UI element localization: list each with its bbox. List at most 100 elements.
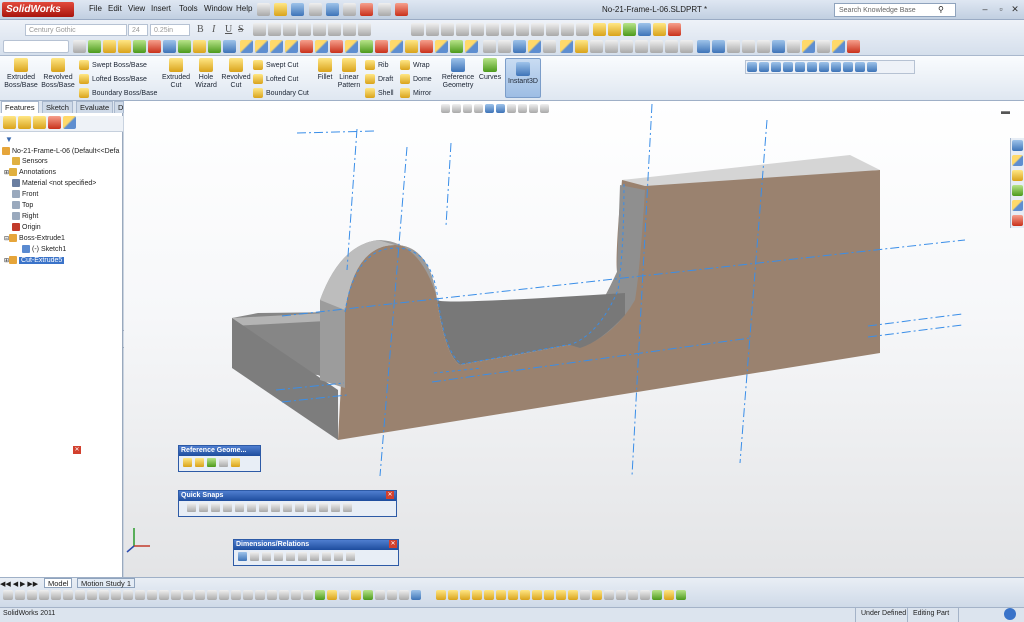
orient-icon-10[interactable] (855, 62, 865, 72)
tools-icon-4[interactable] (527, 40, 541, 53)
align-left-icon[interactable] (253, 23, 266, 36)
intersection-snap-icon[interactable] (235, 503, 244, 512)
strikethrough-button[interactable]: S (238, 24, 244, 35)
rebuild-icon[interactable] (360, 3, 374, 16)
center-snap-icon[interactable] (199, 503, 208, 512)
orient-icon-1[interactable] (747, 62, 757, 72)
fillet-button[interactable]: Fillet (315, 58, 335, 82)
sketch-tool-icon-1[interactable] (3, 590, 13, 600)
sketch-tool-icon-2[interactable] (15, 590, 25, 600)
sketch-tool-icon-21[interactable] (243, 590, 253, 600)
design-library-icon[interactable] (1012, 155, 1023, 166)
zoom-icon-11[interactable] (847, 40, 861, 53)
loft-icon[interactable] (148, 40, 162, 53)
layer-select-icon[interactable] (3, 40, 69, 53)
annotation-icon-1[interactable] (593, 23, 607, 36)
zoom-icon-1[interactable] (697, 40, 711, 53)
quadrant-snap-icon[interactable] (223, 503, 232, 512)
display-icon-9[interactable] (679, 40, 693, 53)
mold-icon-2[interactable] (255, 40, 269, 53)
layer-icon[interactable] (358, 23, 371, 36)
horizontal-dimension-icon[interactable] (250, 552, 259, 561)
display-icon-1[interactable] (559, 40, 573, 53)
sketch-tool-icon-4[interactable] (39, 590, 49, 600)
tools-icon-5[interactable] (542, 40, 556, 53)
sketch-tool-icon-5[interactable] (51, 590, 61, 600)
options-icon[interactable] (394, 3, 408, 16)
display-icon-4[interactable] (604, 40, 618, 53)
display-icon-3[interactable] (589, 40, 603, 53)
nearest-snap-icon[interactable] (247, 503, 256, 512)
feature-tool-icon-1[interactable] (436, 590, 447, 600)
feature-tool-icon-7[interactable] (508, 590, 519, 600)
sweep-icon[interactable] (133, 40, 147, 53)
sketch-tool-icon-27[interactable] (315, 590, 325, 600)
feature-tool-icon-2[interactable] (448, 590, 459, 600)
ordinate-dimension-icon[interactable] (286, 552, 295, 561)
text-format-icon[interactable] (313, 23, 326, 36)
vertical-dimension-icon[interactable] (262, 552, 271, 561)
file-properties-icon[interactable] (377, 3, 391, 16)
menu-edit[interactable]: Edit (108, 4, 122, 13)
tab-dimxpert[interactable]: DimXpert (114, 101, 124, 113)
close-button[interactable]: ✕ (1008, 3, 1022, 16)
zoom-icon-7[interactable] (787, 40, 801, 53)
curves-button[interactable]: Curves (477, 58, 503, 82)
feature-tool-icon-3[interactable] (460, 590, 471, 600)
fully-define-icon[interactable] (334, 552, 343, 561)
font-height-input[interactable]: 0.25in (150, 24, 190, 36)
minimize-button[interactable]: – (978, 3, 992, 16)
feature-tool-icon-17[interactable] (628, 590, 639, 600)
mold-icon-16[interactable] (465, 40, 479, 53)
menu-help[interactable]: Help (236, 4, 252, 13)
feature-tool-icon-6[interactable] (496, 590, 507, 600)
zoom-icon-4[interactable] (742, 40, 756, 53)
angle-snap-icon[interactable] (343, 503, 352, 512)
close-icon[interactable]: ✕ (386, 491, 394, 499)
mold-icon-15[interactable] (450, 40, 464, 53)
filter-icon[interactable]: ▼ (5, 135, 13, 144)
dimxpert-icon[interactable] (346, 552, 355, 561)
save-icon[interactable] (291, 3, 305, 16)
sketch-tool-icon-6[interactable] (63, 590, 73, 600)
feature-tree-icon[interactable] (3, 116, 16, 129)
grid-snap-icon[interactable] (331, 503, 340, 512)
view-icon-9[interactable] (531, 23, 544, 36)
sketch-tool-icon-8[interactable] (87, 590, 97, 600)
draft-button[interactable]: Draft (365, 74, 393, 84)
linear-pattern-button[interactable]: Linear Pattern (336, 58, 362, 90)
orient-icon-2[interactable] (759, 62, 769, 72)
sketch-tool-icon-35[interactable] (411, 590, 421, 600)
feature-tool-icon-19[interactable] (652, 590, 663, 600)
feature-tool-icon-8[interactable] (520, 590, 531, 600)
display-icon-8[interactable] (664, 40, 678, 53)
view-icon-1[interactable] (411, 23, 424, 36)
sketch-tool-icon-28[interactable] (327, 590, 337, 600)
menu-tools[interactable]: Tools (179, 4, 198, 13)
feature-tool-icon-11[interactable] (556, 590, 567, 600)
feature-tool-icon-10[interactable] (544, 590, 555, 600)
tree-item-annotations[interactable]: ⊞ Annotations (4, 168, 56, 178)
font-size-select[interactable]: 24 (128, 24, 148, 36)
shell-button[interactable]: Shell (365, 88, 394, 98)
view-icon-2[interactable] (426, 23, 439, 36)
reference-geometry-button[interactable]: Reference Geometry (440, 58, 476, 90)
view-icon-4[interactable] (456, 23, 469, 36)
feature-tool-icon-20[interactable] (664, 590, 675, 600)
sketch-tool-icon-24[interactable] (279, 590, 289, 600)
view-icon-7[interactable] (501, 23, 514, 36)
view-icon-5[interactable] (471, 23, 484, 36)
point-icon[interactable] (219, 458, 228, 467)
mold-icon-1[interactable] (240, 40, 254, 53)
revolved-boss-button[interactable]: Revolved Boss/Base (40, 58, 76, 90)
parallel-snap-icon[interactable] (283, 503, 292, 512)
mate-reference-icon[interactable] (231, 458, 240, 467)
sketch-tool-icon-26[interactable] (303, 590, 313, 600)
tab-model[interactable]: Model (44, 578, 73, 588)
sketch-tool-icon-9[interactable] (99, 590, 109, 600)
orient-icon-7[interactable] (819, 62, 829, 72)
file-explorer-icon[interactable] (1012, 170, 1023, 181)
sketch-tool-icon-29[interactable] (339, 590, 349, 600)
line-style-icon[interactable] (328, 23, 341, 36)
tree-item-front-plane[interactable]: Front (12, 190, 38, 199)
